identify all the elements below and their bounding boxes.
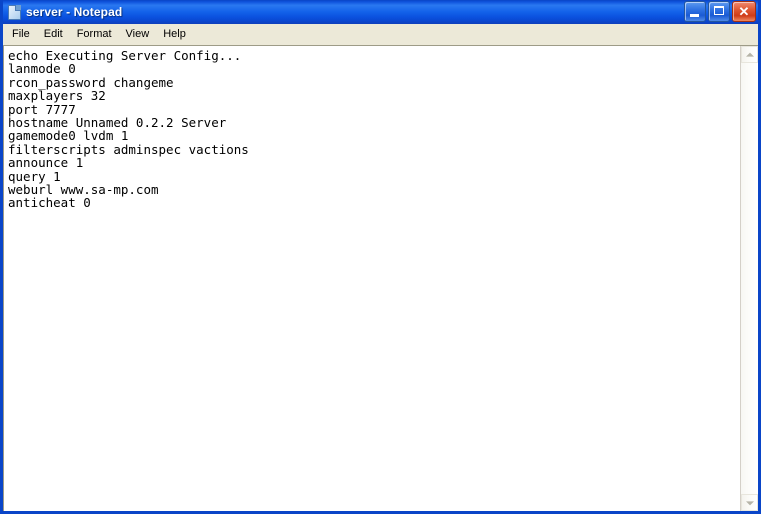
- menu-item-edit[interactable]: Edit: [37, 26, 70, 43]
- maximize-icon: [714, 6, 724, 15]
- editor-line: hostname Unnamed 0.2.2 Server: [8, 115, 227, 131]
- caption-button-group: ✕: [684, 1, 756, 22]
- editor-line: maxplayers 32: [8, 88, 106, 104]
- window-title: server - Notepad: [26, 5, 123, 19]
- vertical-scrollbar[interactable]: [740, 46, 758, 511]
- client-area: echo Executing Server Config... lanmode …: [3, 45, 758, 511]
- editor-line: gamemode0 lvdm 1: [8, 128, 129, 144]
- menu-item-view[interactable]: View: [119, 26, 157, 43]
- editor-line: lanmode 0: [8, 61, 76, 77]
- scrollbar-track[interactable]: [741, 63, 758, 494]
- menu-item-format[interactable]: Format: [70, 26, 119, 43]
- editor-line: rcon_password changeme: [8, 74, 174, 90]
- editor-line: query 1: [8, 168, 61, 184]
- menu-bar: File Edit Format View Help: [3, 24, 758, 45]
- notepad-document-icon: [6, 4, 22, 20]
- minimize-icon: [690, 14, 699, 17]
- scroll-up-icon[interactable]: [741, 46, 758, 63]
- notepad-window: server - Notepad ✕ File Edit Format View…: [0, 0, 761, 514]
- minimize-button[interactable]: [684, 1, 706, 22]
- editor-line: anticheat 0: [8, 195, 91, 211]
- close-icon: ✕: [738, 4, 750, 19]
- editor-line: weburl www.sa-mp.com: [8, 182, 159, 198]
- maximize-button[interactable]: [708, 1, 730, 22]
- title-bar[interactable]: server - Notepad ✕: [3, 0, 758, 24]
- menu-item-help[interactable]: Help: [156, 26, 193, 43]
- menu-item-file[interactable]: File: [5, 26, 37, 43]
- close-button[interactable]: ✕: [732, 1, 756, 22]
- editor-line: announce 1: [8, 155, 84, 171]
- text-editor[interactable]: echo Executing Server Config... lanmode …: [4, 46, 740, 511]
- editor-line: echo Executing Server Config...: [8, 48, 242, 63]
- editor-line: filterscripts adminspec vactions: [8, 141, 249, 157]
- editor-line: port 7777: [8, 101, 76, 117]
- scroll-down-icon[interactable]: [741, 494, 758, 511]
